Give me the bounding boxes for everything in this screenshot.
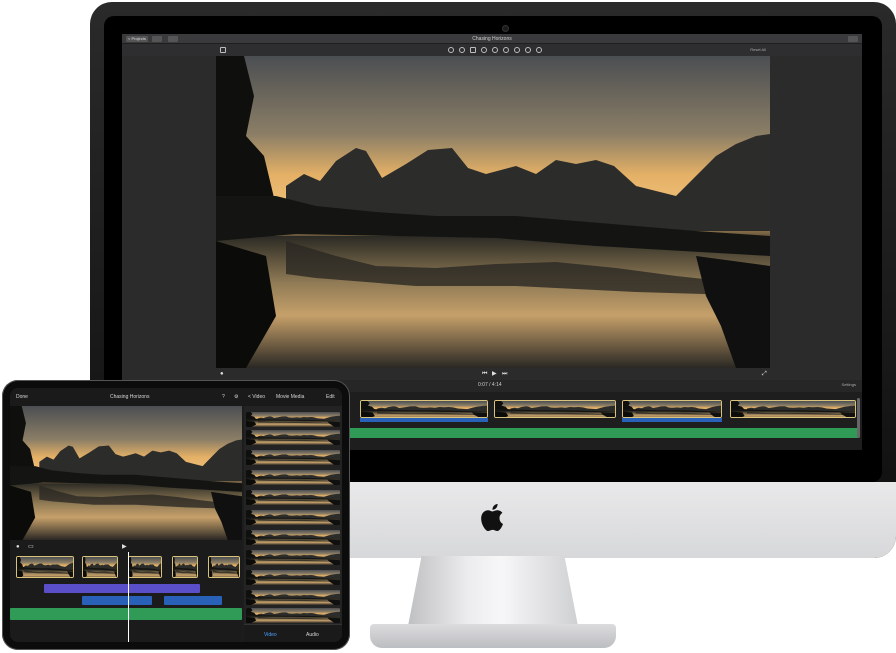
media-thumb-row[interactable] <box>246 510 340 525</box>
voiceover-track[interactable] <box>44 584 200 593</box>
imac-foot <box>370 624 616 648</box>
next-button[interactable]: ⏭ <box>502 371 507 377</box>
ipad-project-title: Chasing Horizons <box>110 394 150 400</box>
settings-gear-icon[interactable]: ⚙ <box>234 394 238 400</box>
audio-track[interactable] <box>164 596 222 605</box>
clip-filter-icon[interactable] <box>525 47 531 53</box>
timeline-scrollbar[interactable] <box>857 398 860 438</box>
edit-button[interactable]: Edit <box>326 394 335 400</box>
timeline-clip[interactable] <box>494 400 616 418</box>
previous-button[interactable]: ⏮ <box>482 371 487 377</box>
help-icon[interactable]: ? <box>222 394 225 400</box>
media-thumb-row[interactable] <box>246 490 340 505</box>
tab-audio[interactable]: Audio <box>306 632 319 638</box>
timeline-clip[interactable] <box>622 400 722 418</box>
timeline-clip[interactable] <box>208 556 240 578</box>
timeline-clip[interactable] <box>82 556 118 578</box>
timecode: 0:07 / 4:14 <box>478 382 502 388</box>
media-thumb-row[interactable] <box>246 570 340 585</box>
timeline-clip[interactable] <box>730 400 856 418</box>
share-button[interactable] <box>848 36 858 42</box>
timeline-clip[interactable] <box>360 400 488 418</box>
color-balance-icon[interactable] <box>448 47 454 53</box>
imovie-ipad-window: Done Chasing Horizons ? ⚙ < Video Movie … <box>10 388 342 642</box>
speed-icon[interactable] <box>514 47 520 53</box>
project-title: Chasing Horizons <box>472 36 512 42</box>
reset-all-button[interactable]: Reset All <box>750 46 766 54</box>
media-thumb-row[interactable] <box>246 530 340 545</box>
ipad-device: Done Chasing Horizons ? ⚙ < Video Movie … <box>2 380 350 650</box>
media-tab-bar: Video Audio <box>244 624 342 642</box>
play-button[interactable]: ▶ <box>492 371 497 377</box>
audio-track[interactable] <box>82 596 152 605</box>
ipad-timeline[interactable]: ● ▭ ▶ <box>10 540 242 642</box>
media-thumb-row[interactable] <box>246 470 340 485</box>
playhead[interactable] <box>128 552 129 642</box>
fullscreen-icon[interactable]: ⤢ <box>762 371 767 377</box>
media-thumb-row[interactable] <box>246 550 340 565</box>
microphone-icon[interactable]: ● <box>16 544 20 550</box>
ipad-top-bar: Done Chasing Horizons ? ⚙ < Video Movie … <box>10 388 342 406</box>
noise-reduction-icon[interactable] <box>503 47 509 53</box>
media-title: Movie Media <box>276 394 305 400</box>
play-button[interactable]: ▶ <box>122 544 127 550</box>
crop-icon[interactable] <box>470 47 476 53</box>
media-thumb-row[interactable] <box>246 412 340 427</box>
magic-wand-icon[interactable] <box>220 47 226 53</box>
media-thumb-row[interactable] <box>246 430 340 445</box>
clip-audio <box>622 418 722 422</box>
clip-audio <box>360 418 488 422</box>
color-correction-icon[interactable] <box>459 47 465 53</box>
music-track[interactable] <box>10 608 242 620</box>
stabilization-icon[interactable] <box>481 47 487 53</box>
media-back-button[interactable]: < Video <box>248 394 265 400</box>
ipad-video-viewer[interactable] <box>10 406 242 540</box>
imac-stand <box>408 556 578 626</box>
apple-logo-icon <box>481 503 503 532</box>
media-thumb-row[interactable] <box>246 608 340 623</box>
adjustment-toolbar: Reset All <box>122 44 862 56</box>
playback-controls: ● ⏮ ▶ ⏭ ⤢ <box>122 368 862 380</box>
tab-video[interactable]: Video <box>264 632 277 638</box>
viewer-frame <box>216 56 770 368</box>
media-thumb-row[interactable] <box>246 450 340 465</box>
timeline-clip[interactable] <box>128 556 162 578</box>
microphone-icon[interactable]: ● <box>220 371 224 377</box>
done-button[interactable]: Done <box>16 394 28 400</box>
timeline-clip[interactable] <box>172 556 198 578</box>
timeline-clip[interactable] <box>16 556 74 578</box>
camera-icon[interactable]: ▭ <box>28 544 34 550</box>
title-bar: < Projects Chasing Horizons <box>122 34 862 44</box>
volume-icon[interactable] <box>492 47 498 53</box>
media-thumb-row[interactable] <box>246 590 340 605</box>
video-viewer[interactable] <box>216 56 770 368</box>
media-browser[interactable]: · <box>244 406 342 642</box>
timeline-settings-button[interactable]: Settings <box>842 382 856 387</box>
info-icon[interactable] <box>536 47 542 53</box>
camera <box>502 25 509 32</box>
